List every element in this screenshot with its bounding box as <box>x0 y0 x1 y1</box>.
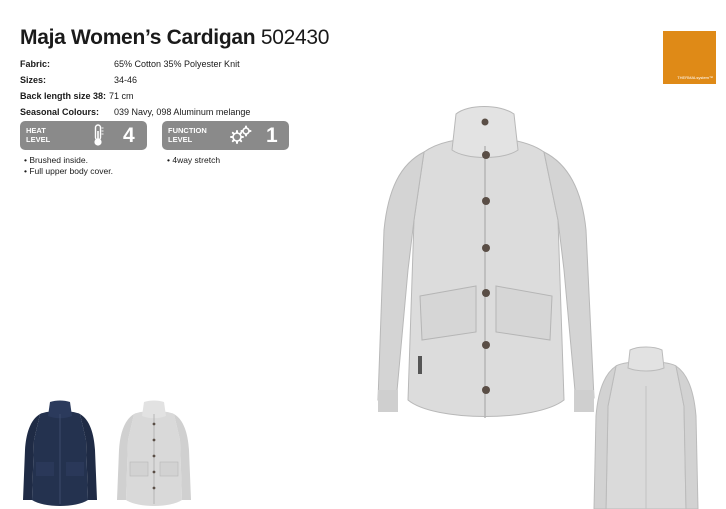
gears-icon <box>230 125 252 144</box>
cardigan-back-image <box>593 346 699 509</box>
function-level-label: FUNCTION LEVEL <box>168 126 207 144</box>
thumbnail-aluminum-melange <box>117 400 191 506</box>
spec-label: Back length size 38: <box>20 91 107 101</box>
spec-row-sizes: Sizes: 34-46 <box>20 72 250 88</box>
product-code: 502430 <box>260 26 330 49</box>
list-item: 4way stretch <box>167 155 220 166</box>
cardigan-front-image <box>377 106 595 418</box>
heat-level-label: HEAT LEVEL <box>26 126 51 144</box>
thumbnail-navy <box>23 400 97 506</box>
product-name: Maja Women’s Cardigan <box>20 26 256 49</box>
heat-level-box: HEAT LEVEL 4 <box>20 121 147 150</box>
spec-value: 65% Cotton 35% Polyester Knit <box>114 59 240 69</box>
heat-feature-list: Brushed inside. Full upper body cover. <box>24 155 113 177</box>
function-level-box: FUNCTION LEVEL 1 <box>162 121 289 150</box>
spec-row-fabric: Fabric: 65% Cotton 35% Polyester Knit <box>20 56 250 72</box>
spec-row-seasonal-colours: Seasonal Colours: 039 Navy, 098 Aluminum… <box>20 104 250 120</box>
spec-label: Fabric: <box>20 59 51 69</box>
spec-value: 34-46 <box>114 75 138 85</box>
spec-label: Seasonal Colours: <box>20 107 100 117</box>
spec-row-back-length: Back length size 38: 71 cm <box>20 88 250 104</box>
product-title: Maja Women’s Cardigan 502430 <box>20 26 329 50</box>
heat-level-value: 4 <box>123 124 135 147</box>
list-item: Brushed inside. <box>24 155 113 166</box>
spec-value: 71 cm <box>109 91 134 101</box>
spec-label: Sizes: <box>20 75 47 85</box>
spec-value: 039 Navy, 098 Aluminum melange <box>114 107 251 117</box>
function-feature-list: 4way stretch <box>167 155 220 166</box>
function-level-value: 1 <box>266 124 278 147</box>
badge-text: THERMALsystem™ <box>677 75 713 80</box>
spec-list: Fabric: 65% Cotton 35% Polyester Knit Si… <box>20 56 250 120</box>
thermometer-icon <box>94 124 104 146</box>
thermal-system-badge: THERMALsystem™ <box>663 31 716 84</box>
list-item: Full upper body cover. <box>24 166 113 177</box>
